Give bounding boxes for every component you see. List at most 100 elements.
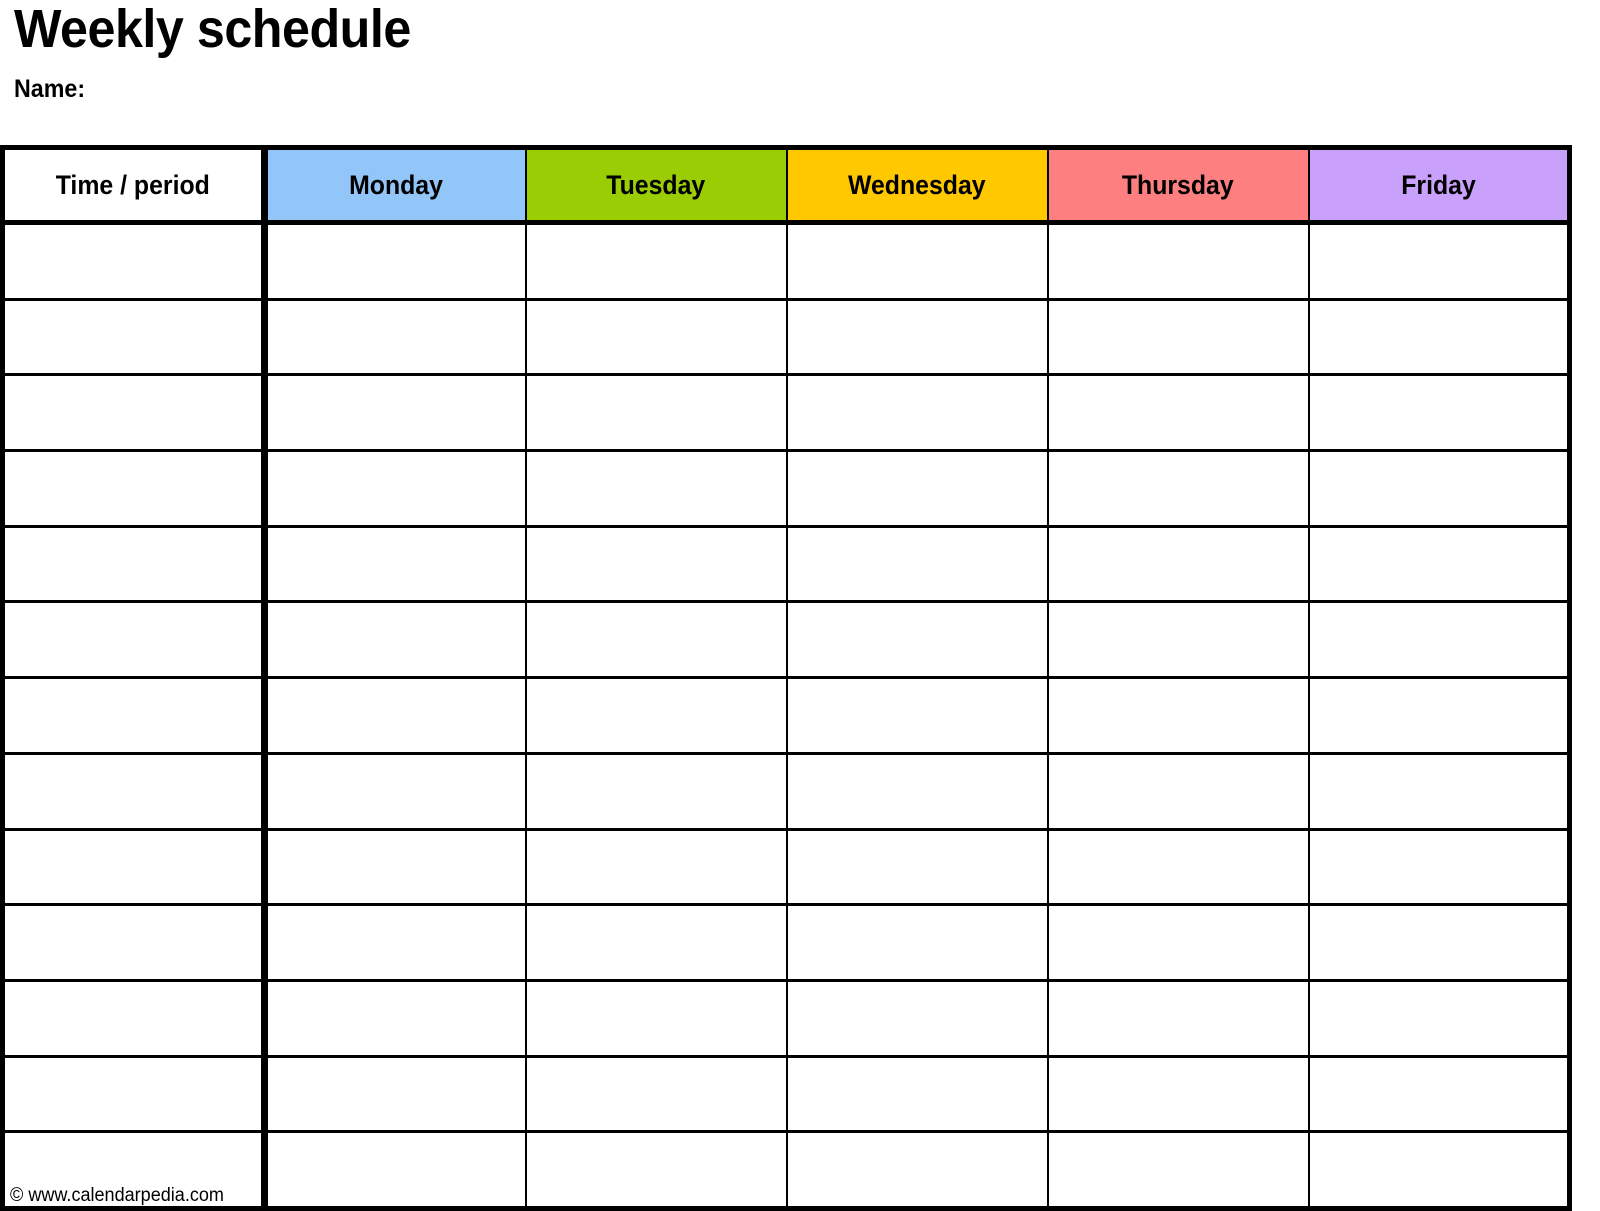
schedule-cell-monday[interactable] (263, 676, 527, 754)
header-row: Time / period Monday Tuesday Wednesday T… (0, 145, 1572, 225)
schedule-cell-friday[interactable] (1307, 676, 1572, 754)
time-period-cell[interactable] (0, 222, 268, 300)
schedule-cell-monday[interactable] (263, 524, 527, 602)
schedule-cell-wednesday[interactable] (785, 827, 1049, 905)
time-period-cell[interactable] (0, 1054, 268, 1132)
schedule-cell-thursday[interactable] (1046, 297, 1310, 375)
schedule-cell-tuesday[interactable] (524, 676, 788, 754)
schedule-cell-thursday[interactable] (1046, 600, 1310, 678)
weekly-schedule-table: Time / period Monday Tuesday Wednesday T… (0, 145, 1572, 1211)
schedule-cell-wednesday[interactable] (785, 676, 1049, 754)
column-header-label: Wednesday (848, 169, 986, 200)
schedule-cell-friday[interactable] (1307, 297, 1572, 375)
table-row (0, 449, 1572, 527)
table-row (0, 1130, 1572, 1211)
schedule-cell-wednesday[interactable] (785, 1130, 1049, 1211)
schedule-cell-monday[interactable] (263, 978, 527, 1057)
schedule-cell-thursday[interactable] (1046, 751, 1310, 829)
column-header-friday: Friday (1307, 145, 1572, 225)
schedule-cell-thursday[interactable] (1046, 1054, 1310, 1132)
schedule-cell-wednesday[interactable] (785, 751, 1049, 829)
schedule-cell-tuesday[interactable] (524, 978, 788, 1057)
schedule-cell-friday[interactable] (1307, 903, 1572, 981)
weekly-schedule-page: Weekly schedule Name: Time / period Mond… (0, 0, 1600, 1211)
time-period-cell[interactable] (0, 676, 268, 754)
time-period-cell[interactable] (0, 449, 268, 527)
schedule-cell-tuesday[interactable] (524, 222, 788, 300)
schedule-cell-friday[interactable] (1307, 373, 1572, 451)
schedule-cell-wednesday[interactable] (785, 903, 1049, 981)
time-period-cell[interactable] (0, 751, 268, 829)
table-body (0, 222, 1572, 1211)
column-header-label: Time / period (55, 169, 211, 200)
schedule-cell-thursday[interactable] (1046, 222, 1310, 300)
schedule-cell-monday[interactable] (263, 297, 527, 375)
schedule-cell-friday[interactable] (1307, 1054, 1572, 1132)
schedule-cell-thursday[interactable] (1046, 449, 1310, 527)
schedule-cell-friday[interactable] (1307, 1130, 1572, 1211)
schedule-cell-tuesday[interactable] (524, 600, 788, 678)
schedule-cell-thursday[interactable] (1046, 827, 1310, 905)
schedule-cell-thursday[interactable] (1046, 373, 1310, 451)
column-header-thursday: Thursday (1046, 145, 1310, 225)
schedule-cell-tuesday[interactable] (524, 1130, 788, 1211)
schedule-cell-tuesday[interactable] (524, 903, 788, 981)
schedule-cell-monday[interactable] (263, 827, 527, 905)
schedule-cell-friday[interactable] (1307, 600, 1572, 678)
schedule-table-wrapper: Time / period Monday Tuesday Wednesday T… (0, 145, 1572, 1211)
schedule-cell-tuesday[interactable] (524, 449, 788, 527)
time-period-cell[interactable] (0, 600, 268, 678)
time-period-cell[interactable] (0, 524, 268, 602)
schedule-cell-monday[interactable] (263, 1054, 527, 1132)
table-header: Time / period Monday Tuesday Wednesday T… (0, 145, 1572, 225)
schedule-cell-monday[interactable] (263, 600, 527, 678)
schedule-cell-monday[interactable] (263, 222, 527, 300)
schedule-cell-tuesday[interactable] (524, 524, 788, 602)
footer-credit: © www.calendarpedia.com (10, 1185, 224, 1206)
table-row (0, 600, 1572, 678)
time-period-cell[interactable] (0, 978, 268, 1057)
schedule-cell-thursday[interactable] (1046, 1130, 1310, 1211)
schedule-cell-wednesday[interactable] (785, 297, 1049, 375)
schedule-cell-monday[interactable] (263, 449, 527, 527)
table-row (0, 827, 1572, 905)
schedule-cell-wednesday[interactable] (785, 449, 1049, 527)
table-row (0, 524, 1572, 602)
column-header-label: Thursday (1122, 169, 1234, 200)
schedule-cell-wednesday[interactable] (785, 978, 1049, 1057)
schedule-cell-wednesday[interactable] (785, 1054, 1049, 1132)
time-period-cell[interactable] (0, 297, 268, 375)
schedule-cell-thursday[interactable] (1046, 676, 1310, 754)
schedule-cell-monday[interactable] (263, 751, 527, 829)
schedule-cell-monday[interactable] (263, 1130, 527, 1211)
schedule-cell-tuesday[interactable] (524, 1054, 788, 1132)
time-period-cell[interactable] (0, 903, 268, 981)
schedule-cell-friday[interactable] (1307, 978, 1572, 1057)
time-period-cell[interactable] (0, 373, 268, 451)
schedule-cell-thursday[interactable] (1046, 903, 1310, 981)
schedule-cell-friday[interactable] (1307, 449, 1572, 527)
schedule-cell-monday[interactable] (263, 903, 527, 981)
schedule-cell-wednesday[interactable] (785, 222, 1049, 300)
schedule-cell-friday[interactable] (1307, 751, 1572, 829)
schedule-cell-wednesday[interactable] (785, 600, 1049, 678)
heading-area: Weekly schedule Name: (0, 0, 1600, 145)
schedule-cell-monday[interactable] (263, 373, 527, 451)
table-row (0, 373, 1572, 451)
schedule-cell-friday[interactable] (1307, 524, 1572, 602)
name-label: Name: (14, 75, 86, 103)
schedule-cell-thursday[interactable] (1046, 524, 1310, 602)
schedule-cell-thursday[interactable] (1046, 978, 1310, 1057)
table-row (0, 676, 1572, 754)
schedule-cell-tuesday[interactable] (524, 751, 788, 829)
column-header-monday: Monday (263, 145, 527, 225)
table-row (0, 903, 1572, 981)
schedule-cell-tuesday[interactable] (524, 373, 788, 451)
schedule-cell-friday[interactable] (1307, 827, 1572, 905)
schedule-cell-tuesday[interactable] (524, 297, 788, 375)
schedule-cell-tuesday[interactable] (524, 827, 788, 905)
schedule-cell-wednesday[interactable] (785, 373, 1049, 451)
schedule-cell-friday[interactable] (1307, 222, 1572, 300)
schedule-cell-wednesday[interactable] (785, 524, 1049, 602)
time-period-cell[interactable] (0, 827, 268, 905)
